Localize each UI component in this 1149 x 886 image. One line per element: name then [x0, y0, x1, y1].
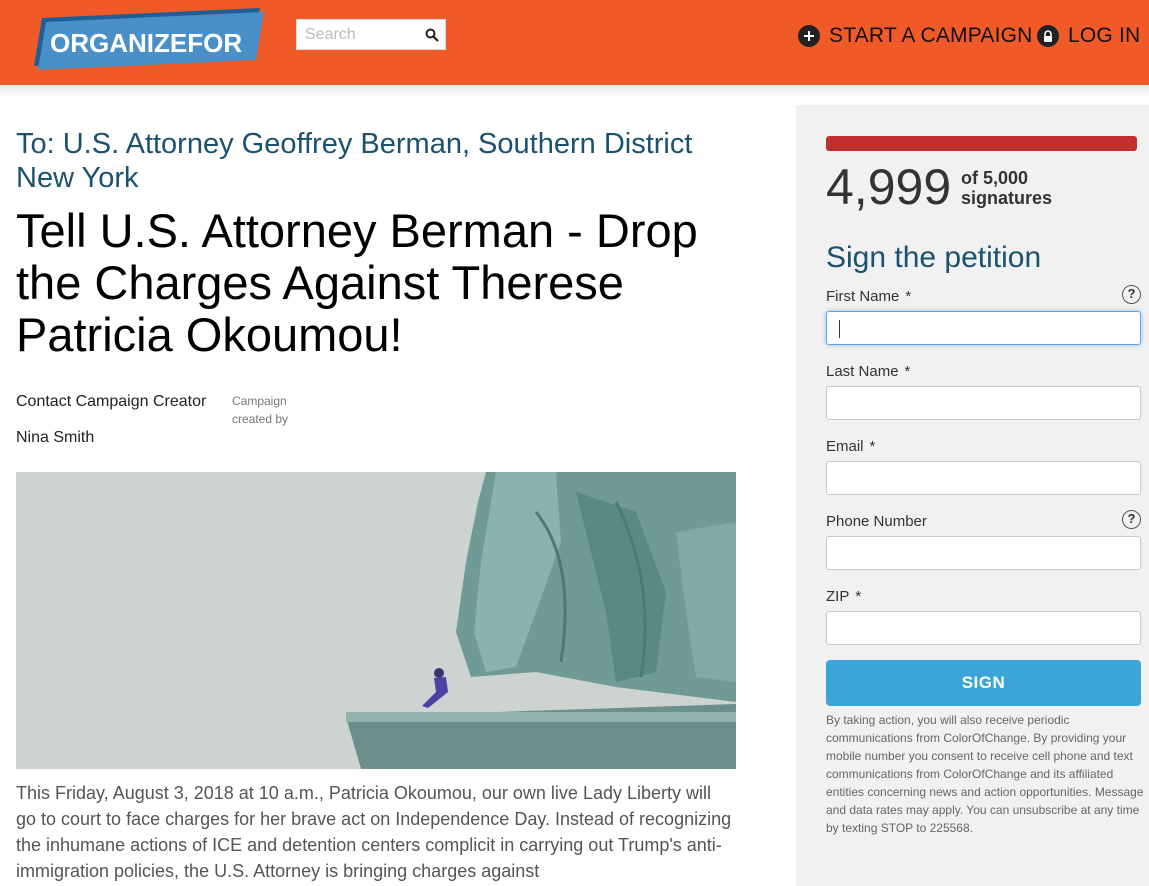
log-in-link[interactable]: LOG IN — [1037, 22, 1140, 50]
lock-icon — [1037, 25, 1059, 47]
search-icon[interactable] — [425, 28, 439, 42]
zip-input[interactable] — [827, 612, 1140, 644]
phone-field[interactable] — [826, 536, 1141, 570]
zip-field[interactable] — [826, 611, 1141, 645]
phone-label: Phone Number — [826, 513, 927, 530]
logo-text: ORGANIZEFOR — [50, 28, 242, 58]
search-input[interactable] — [297, 20, 417, 49]
phone-input[interactable] — [827, 537, 1140, 569]
creator-name: Nina Smith — [16, 429, 95, 446]
first-name-help-icon[interactable]: ? — [1122, 285, 1141, 304]
campaign-photo — [16, 472, 736, 769]
search-box[interactable] — [296, 19, 446, 50]
first-name-label: First Name * — [826, 288, 912, 305]
plus-icon — [798, 25, 820, 47]
contact-creator-link[interactable]: Contact Campaign Creator — [16, 393, 206, 411]
text-caret — [839, 320, 840, 338]
created-by-label: Campaign created by — [232, 394, 289, 426]
signature-goal: of 5,000 signatures — [961, 168, 1052, 208]
zip-label: ZIP * — [826, 588, 862, 605]
start-campaign-label: START A CAMPAIGN — [829, 24, 1033, 47]
signature-goal-value: of 5,000 — [961, 168, 1029, 188]
log-in-label: LOG IN — [1068, 24, 1141, 47]
first-name-input[interactable] — [827, 312, 1140, 344]
signature-progress-fill — [826, 136, 1137, 151]
phone-help-icon[interactable]: ? — [1122, 510, 1141, 529]
petition-title: Tell U.S. Attorney Berman - Drop the Cha… — [16, 204, 698, 361]
petition-target: To: U.S. Attorney Geoffrey Berman, South… — [16, 128, 693, 194]
signature-goal-unit: signatures — [961, 188, 1053, 208]
last-name-input[interactable] — [827, 387, 1140, 419]
signature-progress-bar — [826, 136, 1137, 151]
email-field[interactable] — [826, 461, 1141, 495]
petition-body-text: This Friday, August 3, 2018 at 10 a.m., … — [16, 783, 732, 881]
last-name-label: Last Name * — [826, 363, 911, 380]
first-name-field[interactable] — [826, 311, 1141, 345]
consent-disclaimer: By taking action, you will also receive … — [826, 713, 1144, 835]
start-campaign-link[interactable]: START A CAMPAIGN — [798, 22, 1033, 50]
sign-button[interactable]: SIGN — [826, 660, 1141, 706]
email-label: Email * — [826, 438, 876, 455]
organizefor-logo[interactable]: ORGANIZEFOR — [28, 8, 268, 72]
sign-petition-heading: Sign the petition — [826, 241, 1042, 274]
last-name-field[interactable] — [826, 386, 1141, 420]
header-shadow — [0, 85, 1149, 97]
signature-count: 4,999 — [826, 159, 952, 215]
email-input[interactable] — [827, 462, 1140, 494]
